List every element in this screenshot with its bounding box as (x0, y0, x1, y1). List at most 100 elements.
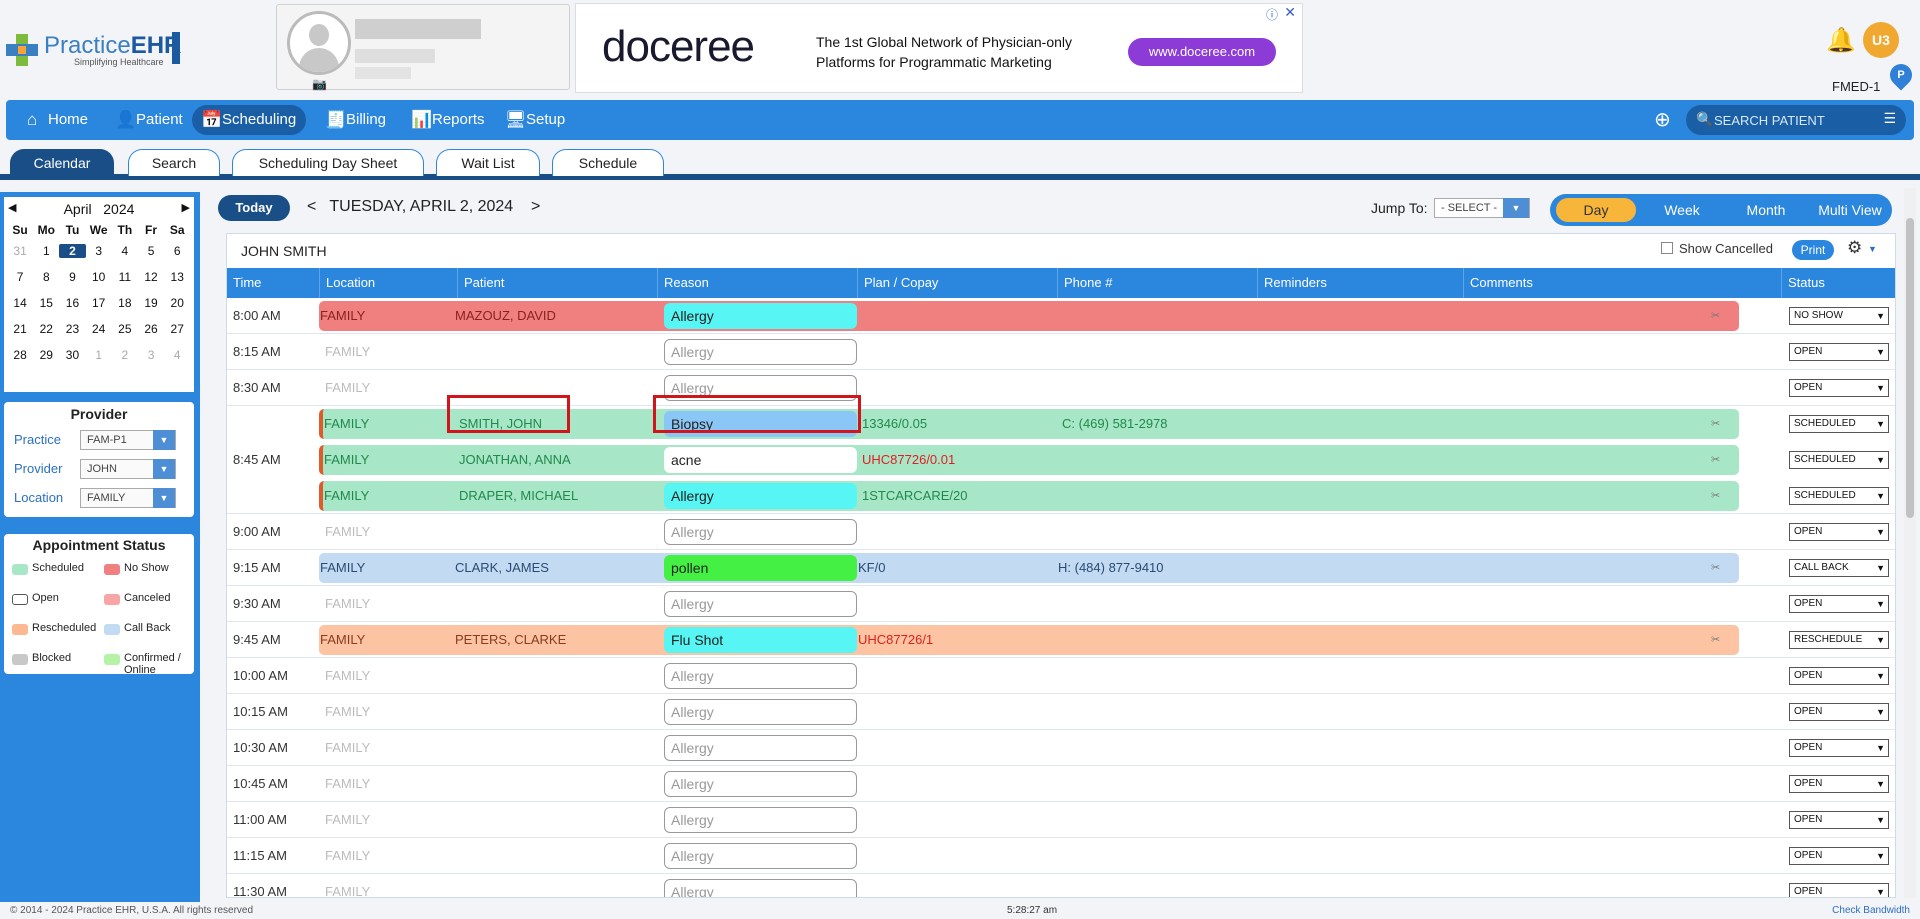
appointment-reason[interactable]: Allergy (664, 699, 857, 725)
cut-appointment-icon[interactable]: ✂ (1711, 550, 1720, 586)
status-select[interactable]: OPEN ▼ (1789, 667, 1889, 685)
jump-to-select[interactable]: - SELECT - ▼ (1434, 198, 1530, 218)
location-pin-icon[interactable]: P (1885, 59, 1917, 91)
add-patient-icon[interactable]: ⊕ (1654, 107, 1671, 132)
table-row[interactable]: 8:00 AM FAMILY MAZOUZ, DAVID ✂ Allergy NO SHO… (227, 298, 1895, 334)
calendar-day[interactable]: 24 (86, 322, 112, 336)
table-row[interactable]: 10:30 AM FAMILY Allergy OPEN ▼ (227, 730, 1895, 766)
appointment-reason[interactable]: Flu Shot (664, 627, 857, 653)
view-multi[interactable]: Multi View (1810, 198, 1890, 222)
cut-appointment-icon[interactable]: ✂ (1711, 298, 1720, 334)
calendar-day[interactable]: 30 (59, 348, 85, 362)
status-select[interactable]: OPEN ▼ (1789, 379, 1889, 397)
table-row[interactable]: 8:15 AM FAMILY Allergy OPEN ▼ (227, 334, 1895, 370)
practice-select[interactable]: FAM-P1 ▼ (80, 430, 176, 450)
calendar-day[interactable]: 4 (112, 244, 138, 258)
status-select[interactable]: OPEN ▼ (1789, 847, 1889, 865)
scrollbar-thumb[interactable] (1906, 218, 1914, 518)
next-month-icon[interactable]: ▶ (182, 201, 190, 214)
filter-sliders-icon[interactable]: ☰ (1883, 110, 1896, 127)
show-cancelled-toggle[interactable]: Show Cancelled (1661, 241, 1773, 256)
calendar-day[interactable]: 11 (112, 270, 138, 284)
calendar-day[interactable]: 6 (164, 244, 190, 258)
appointment-reason[interactable]: Allergy (664, 735, 857, 761)
status-select[interactable]: RESCHEDULE ▼ (1789, 631, 1889, 649)
provider-select[interactable]: JOHN ▼ (80, 459, 176, 479)
status-select[interactable]: OPEN ▼ (1789, 343, 1889, 361)
calendar-day[interactable]: 10 (86, 270, 112, 284)
status-select[interactable]: OPEN ▼ (1789, 739, 1889, 757)
appointment-reason[interactable]: Allergy (664, 771, 857, 797)
calendar-day[interactable]: 13 (164, 270, 190, 284)
calendar-day[interactable]: 20 (164, 296, 190, 310)
calendar-day[interactable]: 9 (59, 270, 85, 284)
vertical-scrollbar[interactable] (1904, 188, 1916, 898)
status-select[interactable]: SCHEDULED ▼ (1789, 451, 1889, 469)
appointment-reason[interactable]: Allergy (664, 879, 857, 897)
cut-appointment-icon[interactable]: ✂ (1711, 406, 1720, 442)
appointment-reason[interactable]: Allergy (664, 591, 857, 617)
user-avatar[interactable]: U3 (1863, 22, 1899, 58)
status-select[interactable]: OPEN ▼ (1789, 523, 1889, 541)
nav-setup[interactable]: 🖥 Setup (496, 105, 575, 135)
practice-ehr-logo[interactable]: PracticeEHR Simplifying Healthcare (4, 30, 182, 68)
show-cancelled-checkbox[interactable] (1661, 242, 1673, 254)
table-row[interactable]: 11:30 AM FAMILY Allergy OPEN ▼ (227, 874, 1895, 897)
table-row[interactable]: 10:45 AM FAMILY Allergy OPEN ▼ (227, 766, 1895, 802)
calendar-day[interactable]: 22 (33, 322, 59, 336)
nav-patient[interactable]: 👤 Patient (106, 105, 193, 135)
appointment-reason[interactable]: Allergy (664, 339, 857, 365)
calendar-day[interactable]: 21 (7, 322, 33, 336)
tab-wait-list[interactable]: Wait List (436, 149, 540, 176)
calendar-day[interactable]: 2 (112, 348, 138, 362)
calendar-day[interactable]: 4 (164, 348, 190, 362)
ad-link-button[interactable]: www.doceree.com (1128, 38, 1276, 66)
print-button[interactable]: Print (1792, 240, 1834, 260)
calendar-day[interactable]: 2 (59, 244, 86, 258)
appointment-reason[interactable]: acne (664, 447, 857, 473)
table-row[interactable]: 11:00 AM FAMILY Allergy OPEN ▼ (227, 802, 1895, 838)
calendar-day[interactable]: 12 (138, 270, 164, 284)
appointment-block[interactable]: FAMILY DRAPER, MICHAEL 1STCARCARE/20 (319, 481, 1739, 511)
calendar-day[interactable]: 3 (86, 244, 112, 258)
calendar-day[interactable]: 23 (59, 322, 85, 336)
status-select[interactable]: OPEN ▼ (1789, 703, 1889, 721)
prev-month-icon[interactable]: ◀ (8, 201, 16, 214)
notification-bell-icon[interactable]: 🔔 (1826, 26, 1856, 55)
settings-dropdown-icon[interactable]: ▼ (1868, 244, 1877, 254)
table-row[interactable]: FAMILY DRAPER, MICHAEL 1STCARCARE/20 ✂ Aller… (227, 478, 1895, 514)
appointment-reason[interactable]: Allergy (664, 519, 857, 545)
appointment-patient[interactable]: PETERS, CLARKE (455, 625, 566, 655)
status-select[interactable]: OPEN ▼ (1789, 883, 1889, 897)
status-select[interactable]: SCHEDULED ▼ (1789, 415, 1889, 433)
appointment-block[interactable]: FAMILY CLARK, JAMES KF/0 H: (484) 877-9410 (319, 553, 1739, 583)
appointment-patient[interactable]: JONATHAN, ANNA (459, 445, 571, 475)
tab-schedule[interactable]: Schedule (552, 149, 664, 176)
table-row[interactable]: 9:15 AM FAMILY CLARK, JAMES KF/0 H: (484) 87… (227, 550, 1895, 586)
appointment-patient[interactable]: MAZOUZ, DAVID (455, 301, 556, 331)
table-row[interactable]: 9:45 AM FAMILY PETERS, CLARKE UHC87726/1 ✂ Fl… (227, 622, 1895, 658)
calendar-day[interactable]: 15 (33, 296, 59, 310)
settings-gear-icon[interactable]: ⚙ (1847, 238, 1862, 258)
appointment-reason[interactable]: Allergy (664, 483, 857, 509)
table-row[interactable]: 11:15 AM FAMILY Allergy OPEN ▼ (227, 838, 1895, 874)
prev-day-button[interactable]: < (307, 198, 316, 215)
advertisement-banner[interactable]: doceree The 1st Global Network of Physic… (575, 3, 1303, 93)
view-day[interactable]: Day (1556, 198, 1636, 222)
cut-appointment-icon[interactable]: ✂ (1711, 478, 1720, 514)
nav-scheduling[interactable]: 📅 Scheduling (192, 105, 307, 135)
status-select[interactable]: CALL BACK ▼ (1789, 559, 1889, 577)
appointment-block[interactable]: FAMILY MAZOUZ, DAVID (319, 301, 1739, 331)
appointment-reason[interactable]: Allergy (664, 663, 857, 689)
table-row[interactable]: 8:45 AM FAMILY JONATHAN, ANNA UHC87726/0.01… (227, 442, 1895, 478)
check-bandwidth-link[interactable]: Check Bandwidth (1832, 905, 1910, 916)
status-select[interactable]: OPEN ▼ (1789, 811, 1889, 829)
calendar-day[interactable]: 29 (33, 348, 59, 362)
status-select[interactable]: OPEN ▼ (1789, 775, 1889, 793)
calendar-day[interactable]: 27 (164, 322, 190, 336)
ad-close-icon[interactable]: ✕ (1284, 4, 1296, 21)
search-patient-input[interactable] (1714, 110, 1864, 130)
nav-home[interactable]: ⌂ Home (18, 105, 98, 135)
calendar-day[interactable]: 19 (138, 296, 164, 310)
calendar-day[interactable]: 3 (138, 348, 164, 362)
